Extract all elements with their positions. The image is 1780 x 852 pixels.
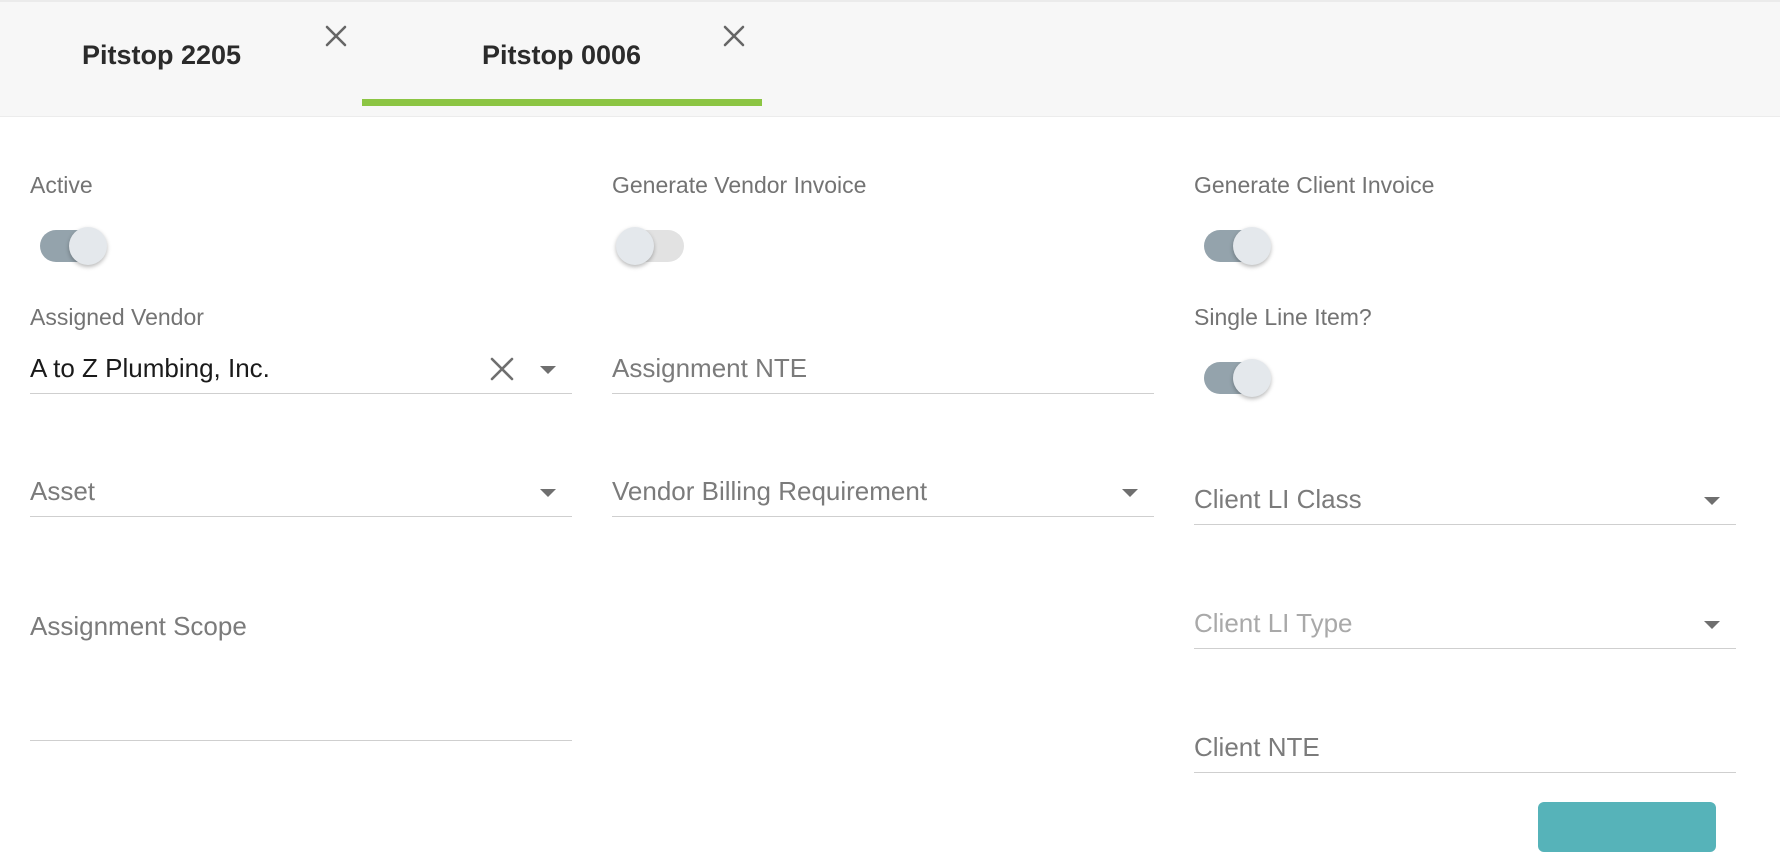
assigned-vendor-select[interactable]: A to Z Plumbing, Inc.	[30, 338, 572, 394]
active-label: Active	[30, 172, 93, 198]
client-nte-placeholder: Client NTE	[1194, 732, 1320, 762]
generate-vendor-invoice-toggle[interactable]	[612, 219, 684, 265]
toggle-thumb	[616, 227, 654, 265]
caret-down-icon[interactable]	[540, 489, 556, 497]
client-li-class-placeholder: Client LI Class	[1194, 484, 1362, 514]
assigned-vendor-value: A to Z Plumbing, Inc.	[30, 353, 270, 383]
generate-client-invoice-label: Generate Client Invoice	[1194, 172, 1435, 198]
caret-down-icon[interactable]	[540, 366, 556, 374]
asset-select[interactable]: Asset	[30, 461, 572, 517]
client-nte-input[interactable]: Client NTE	[1194, 717, 1736, 773]
toggle-thumb	[1233, 359, 1271, 397]
caret-down-icon[interactable]	[1704, 621, 1720, 629]
single-line-item-toggle[interactable]	[1194, 351, 1271, 397]
assignment-nte-input[interactable]: Assignment NTE	[612, 338, 1154, 394]
client-li-type-select[interactable]: Client LI Type	[1194, 593, 1736, 649]
tab-bar: Pitstop 2205 Pitstop 0006	[0, 0, 1780, 117]
close-icon[interactable]	[486, 353, 518, 385]
single-line-item-label: Single Line Item?	[1194, 304, 1372, 330]
tab-pitstop-2205[interactable]: Pitstop 2205	[0, 2, 400, 119]
assignment-nte-placeholder: Assignment NTE	[612, 353, 808, 383]
tab-pitstop-0006[interactable]: Pitstop 0006	[362, 2, 762, 119]
close-icon[interactable]	[318, 18, 354, 54]
vendor-billing-requirement-select[interactable]: Vendor Billing Requirement	[612, 461, 1154, 517]
assignment-scope-placeholder: Assignment Scope	[30, 611, 247, 641]
caret-down-icon[interactable]	[1122, 489, 1138, 497]
tab-label: Pitstop 0006	[482, 40, 642, 70]
asset-placeholder: Asset	[30, 476, 96, 506]
vendor-billing-requirement-placeholder: Vendor Billing Requirement	[612, 476, 928, 506]
close-icon[interactable]	[716, 18, 752, 54]
client-li-class-select[interactable]: Client LI Class	[1194, 469, 1736, 525]
active-tab-indicator	[362, 99, 762, 106]
assigned-vendor-label: Assigned Vendor	[30, 304, 204, 330]
assignment-scope-textarea[interactable]: Assignment Scope	[30, 611, 572, 741]
caret-down-icon[interactable]	[1704, 497, 1720, 505]
generate-vendor-invoice-label: Generate Vendor Invoice	[612, 172, 867, 198]
active-toggle[interactable]	[30, 219, 107, 265]
toggle-thumb	[1233, 227, 1271, 265]
generate-client-invoice-toggle[interactable]	[1194, 219, 1271, 265]
tab-label: Pitstop 2205	[82, 40, 242, 70]
client-li-type-placeholder: Client LI Type	[1194, 608, 1353, 638]
submit-button[interactable]	[1538, 802, 1716, 852]
toggle-thumb	[69, 227, 107, 265]
